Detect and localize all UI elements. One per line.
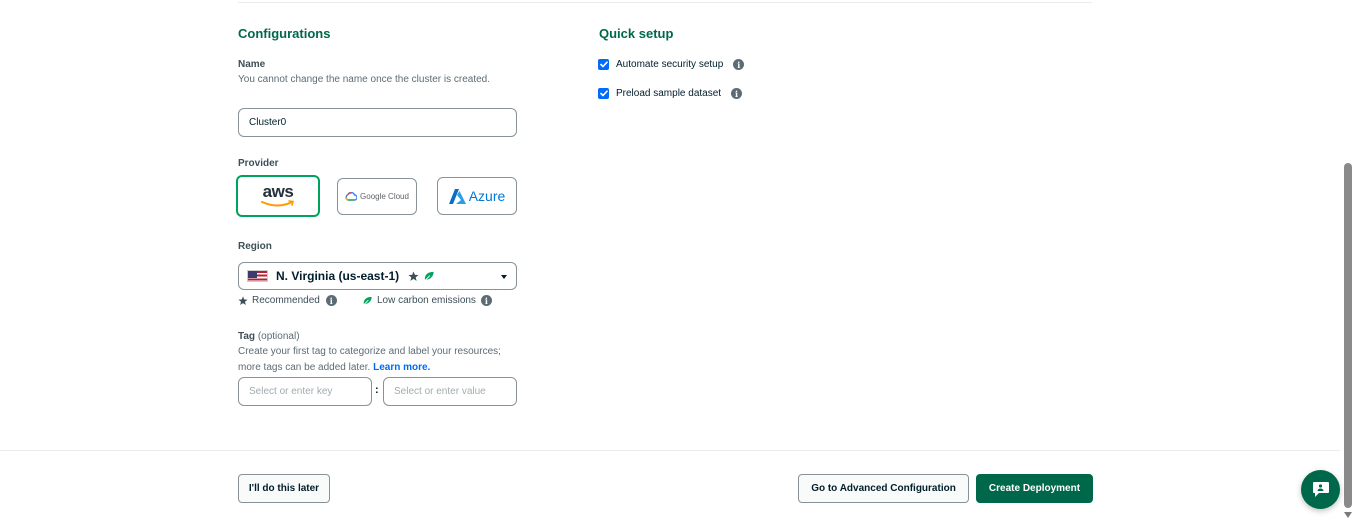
us-flag-icon — [247, 270, 268, 282]
google-cloud-label: Google Cloud — [360, 192, 409, 201]
automate-security-option: Automate security setup i — [616, 59, 745, 70]
info-icon[interactable]: i — [733, 59, 745, 70]
tag-separator: : — [375, 384, 379, 396]
chat-button[interactable] — [1301, 470, 1340, 509]
preload-sample-option: Preload sample dataset i — [616, 88, 743, 99]
create-deployment-button[interactable]: Create Deployment — [976, 474, 1093, 503]
region-select[interactable]: N. Virginia (us-east-1) — [238, 262, 517, 290]
chevron-down-icon — [501, 275, 507, 279]
name-description: You cannot change the name once the clus… — [238, 74, 491, 85]
tag-description-text: Create your first tag to categorize and … — [238, 346, 501, 373]
cluster-name-input[interactable] — [238, 108, 517, 137]
provider-aws-button[interactable]: aws — [236, 175, 320, 217]
provider-label: Provider — [238, 158, 279, 169]
azure-label: Azure — [468, 188, 506, 204]
automate-security-checkbox[interactable] — [598, 59, 609, 70]
region-label: Region — [238, 241, 272, 252]
low-carbon-label: Low carbon emissions — [377, 295, 476, 306]
azure-logo — [448, 188, 466, 204]
recommended-legend: Recommended i — [238, 295, 337, 306]
preload-sample-checkbox[interactable] — [598, 88, 609, 99]
leaf-icon — [363, 296, 372, 305]
google-cloud-logo — [345, 192, 358, 201]
footer-divider — [0, 450, 1340, 451]
info-icon[interactable]: i — [731, 88, 743, 99]
scrollbar-thumb[interactable] — [1344, 163, 1352, 508]
check-icon — [599, 61, 608, 68]
star-icon — [408, 270, 419, 281]
tag-description: Create your first tag to categorize and … — [238, 344, 508, 376]
name-label: Name — [238, 59, 266, 70]
preload-sample-label: Preload sample dataset — [616, 88, 722, 99]
chat-icon — [1312, 482, 1329, 497]
info-icon[interactable]: i — [480, 295, 492, 306]
aws-smile-icon — [261, 199, 295, 206]
region-selected-value: N. Virginia (us-east-1) — [276, 269, 400, 283]
recommended-label: Recommended — [252, 295, 320, 306]
leaf-icon — [424, 271, 434, 281]
info-icon[interactable]: i — [325, 295, 337, 306]
advanced-configuration-button[interactable]: Go to Advanced Configuration — [798, 474, 969, 503]
provider-azure-button[interactable]: Azure — [437, 177, 517, 215]
quick-setup-title: Quick setup — [599, 26, 674, 41]
top-divider — [238, 2, 1092, 3]
tag-label-text: Tag — [238, 331, 256, 342]
low-carbon-legend: Low carbon emissions i — [362, 295, 492, 306]
tag-value-input[interactable] — [383, 377, 517, 406]
star-icon — [238, 295, 248, 305]
configurations-title: Configurations — [238, 26, 331, 41]
do-later-button[interactable]: I'll do this later — [238, 474, 330, 503]
learn-more-link[interactable]: Learn more. — [373, 362, 430, 373]
scroll-down-arrow[interactable] — [1344, 512, 1352, 518]
provider-google-cloud-button[interactable]: Google Cloud — [337, 178, 417, 215]
tag-optional-label: (optional) — [257, 331, 300, 342]
check-icon — [599, 90, 608, 97]
tag-key-input[interactable] — [238, 377, 372, 406]
aws-logo: aws — [260, 183, 296, 209]
tag-label: Tag (optional) — [238, 331, 300, 342]
automate-security-label: Automate security setup — [616, 59, 724, 70]
